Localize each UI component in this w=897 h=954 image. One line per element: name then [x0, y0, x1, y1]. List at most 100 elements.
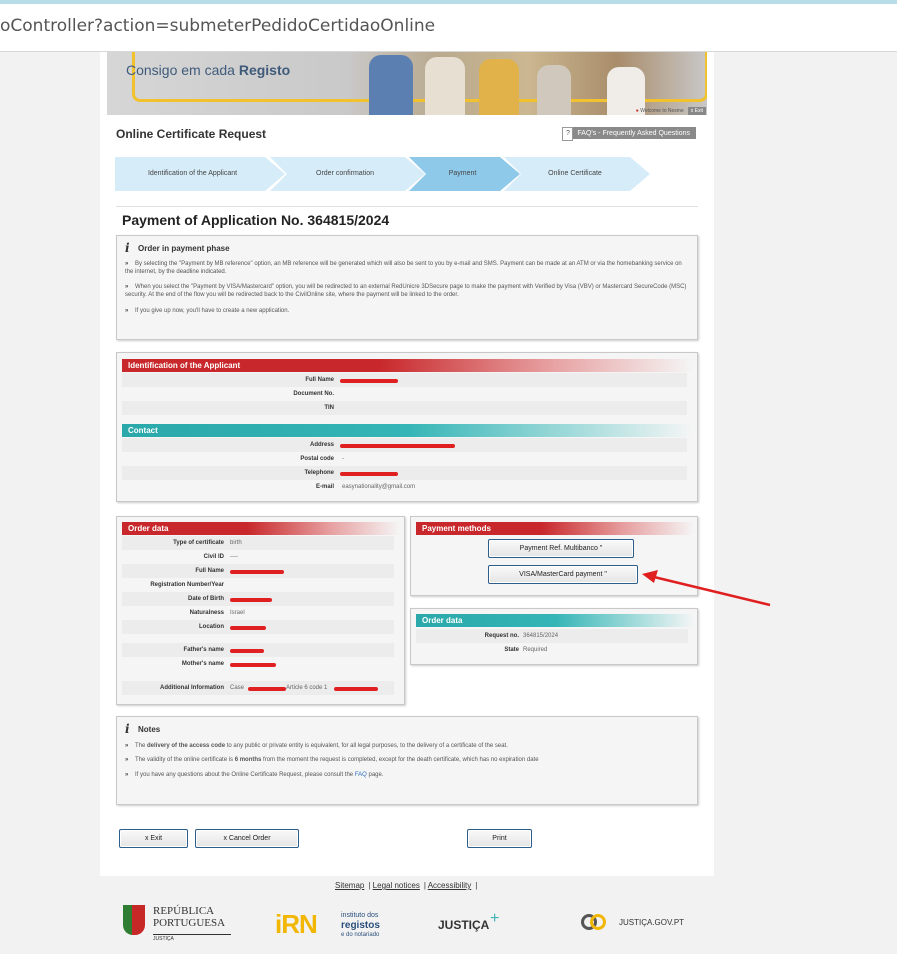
value-civil-id: ----: [230, 554, 238, 560]
info-heading: Order in payment phase: [138, 244, 230, 253]
note-text: The validity of the online certificate i…: [135, 757, 235, 763]
value-naturalness: Israel: [230, 610, 245, 616]
faq-link[interactable]: ? FAQ's - Frequently Asked Questions: [562, 127, 696, 141]
redacted-value: [230, 626, 266, 630]
label-type: Type of certificate: [173, 540, 224, 546]
irn-line2: registos: [341, 920, 380, 931]
info-icon: i: [125, 241, 130, 255]
page-header-title: Online Certificate Request: [116, 127, 267, 141]
label-telephone: Telephone: [304, 470, 334, 476]
label-father: Father's name: [183, 647, 224, 653]
info-bullet-text: By selecting the "Payment by MB referenc…: [125, 261, 682, 275]
info-bullet: » When you select the "Payment by VISA/Ma…: [125, 284, 687, 298]
label-mother: Mother's name: [181, 661, 224, 667]
redacted-value: [340, 472, 398, 476]
label-naturalness: Naturalness: [189, 610, 224, 616]
welcome-bar: ● Welcome to Nesme x Exit: [636, 107, 706, 115]
value-additional-a: Case: [230, 685, 245, 691]
top-exit-button[interactable]: x Exit: [687, 107, 706, 115]
value-postal: -: [342, 456, 344, 462]
redacted-value: [230, 570, 284, 574]
redacted-value: [248, 687, 286, 691]
label-email: E-mail: [315, 484, 334, 490]
justica-text: JUSTIÇA: [438, 918, 490, 932]
legal-notices-link[interactable]: Legal notices: [373, 881, 420, 890]
page-container: Consigo em cada Registo ● Welcome to Nes…: [100, 52, 714, 876]
progress-steps: Identification of the Applicant Order co…: [115, 153, 655, 195]
label-tin: TIN: [324, 405, 334, 411]
field-naturalness: Naturalness Israel: [122, 606, 394, 620]
label-postal: Postal code: [300, 456, 334, 462]
label-dob: Date of Birth: [188, 596, 224, 602]
logo1-line2: PORTUGUESA: [153, 917, 226, 929]
step-online-certificate: Online Certificate: [548, 170, 602, 177]
value-state: Required: [523, 647, 548, 653]
field-email: E-mail easynationality@gmail.com: [122, 480, 687, 494]
redacted-value: [230, 649, 264, 653]
field-order-full-name: Full Name: [122, 564, 394, 578]
value-email: easynationality@gmail.com: [342, 484, 416, 490]
order-summary-box: Order data Request no. 364815/2024 State…: [410, 608, 698, 665]
step-payment: Payment: [448, 170, 477, 177]
note-text: from the moment the request is completed…: [261, 757, 539, 763]
step-identification: Identification of the Applicant: [147, 170, 238, 177]
accessibility-link[interactable]: Accessibility: [428, 881, 472, 890]
field-dob: Date of Birth: [122, 592, 394, 606]
banner-person: [425, 57, 465, 115]
note-bold: delivery of the access code: [147, 743, 226, 749]
sitemap-link[interactable]: Sitemap: [335, 881, 364, 890]
info-icon: i: [125, 722, 130, 736]
redacted-value: [340, 379, 398, 383]
banner-slogan: Consigo em cada Registo: [126, 62, 290, 78]
notes-box: i Notes » The delivery of the access code…: [116, 716, 698, 805]
redacted-value: [230, 598, 272, 602]
info-bullet-text: When you select the "Payment by VISA/Mas…: [125, 284, 687, 298]
contact-section-header: Contact: [122, 424, 693, 437]
note-text: If you have any questions about the Onli…: [135, 772, 355, 778]
slogan-bold: Registo: [238, 62, 291, 78]
note-item: » The validity of the online certificate …: [125, 757, 539, 763]
label-registration: Registration Number/Year: [150, 582, 224, 588]
justica-logo: JUSTIÇA +: [438, 910, 533, 940]
annotation-arrow: [642, 570, 771, 607]
field-postal: Postal code -: [122, 452, 687, 466]
url-text[interactable]: oController?action=submeterPedidoCertida…: [0, 16, 435, 36]
label-civil-id: Civil ID: [203, 554, 224, 560]
visa-mastercard-button[interactable]: VISA/MasterCard payment ": [488, 565, 638, 584]
justica-gov-icon-accent: [590, 914, 606, 930]
header-banner: Consigo em cada Registo: [107, 52, 707, 115]
faq-label: FAQ's - Frequently Asked Questions: [577, 130, 690, 137]
exit-button[interactable]: x Exit: [119, 829, 188, 848]
cancel-order-button[interactable]: x Cancel Order: [195, 829, 299, 848]
footer-links: Sitemap | Legal notices | Accessibility |: [335, 881, 478, 890]
slogan-prefix: Consigo em cada: [126, 62, 239, 78]
order-section-header: Order data: [122, 522, 400, 535]
welcome-text: Welcome to Nesme: [640, 108, 684, 114]
step-order-confirmation: Order confirmation: [316, 170, 374, 177]
browser-url-bar[interactable]: oController?action=submeterPedidoCertida…: [0, 0, 897, 52]
faq-inline-link[interactable]: FAQ: [355, 772, 367, 778]
label-document: Document No.: [293, 391, 334, 397]
label-location: Location: [199, 624, 224, 630]
field-state: State Required: [416, 643, 688, 657]
label-address: Address: [309, 442, 334, 448]
info-bullet: » By selecting the "Payment by MB referen…: [125, 261, 682, 275]
payment-title: Payment of Application No. 364815/2024: [122, 212, 390, 228]
payment-section-header: Payment methods: [416, 522, 694, 535]
value-type: birth: [230, 540, 242, 546]
label-state: State: [504, 647, 519, 653]
info-bullet-text: If you give up now, you'll have to creat…: [135, 308, 290, 314]
redacted-value: [230, 663, 276, 667]
field-civil-id: Civil ID ----: [122, 550, 394, 564]
info-box: i Order in payment phase » By selecting t…: [116, 235, 698, 340]
mb-reference-button[interactable]: Payment Ref. Multibanco ": [488, 539, 634, 558]
plus-icon: +: [490, 910, 500, 927]
irn-line3: e do notariado: [341, 932, 380, 938]
note-text: The: [135, 743, 148, 749]
note-text: page.: [366, 772, 384, 778]
value-additional-b: Article 6 code 1: [286, 685, 328, 691]
print-button[interactable]: Print: [467, 829, 532, 848]
irn-logo: iRN instituto dos registos e do notariad…: [275, 909, 390, 943]
applicant-box: Identification of the Applicant Full Nam…: [116, 352, 698, 502]
field-additional: Additional Information Case Article 6 co…: [122, 681, 394, 695]
